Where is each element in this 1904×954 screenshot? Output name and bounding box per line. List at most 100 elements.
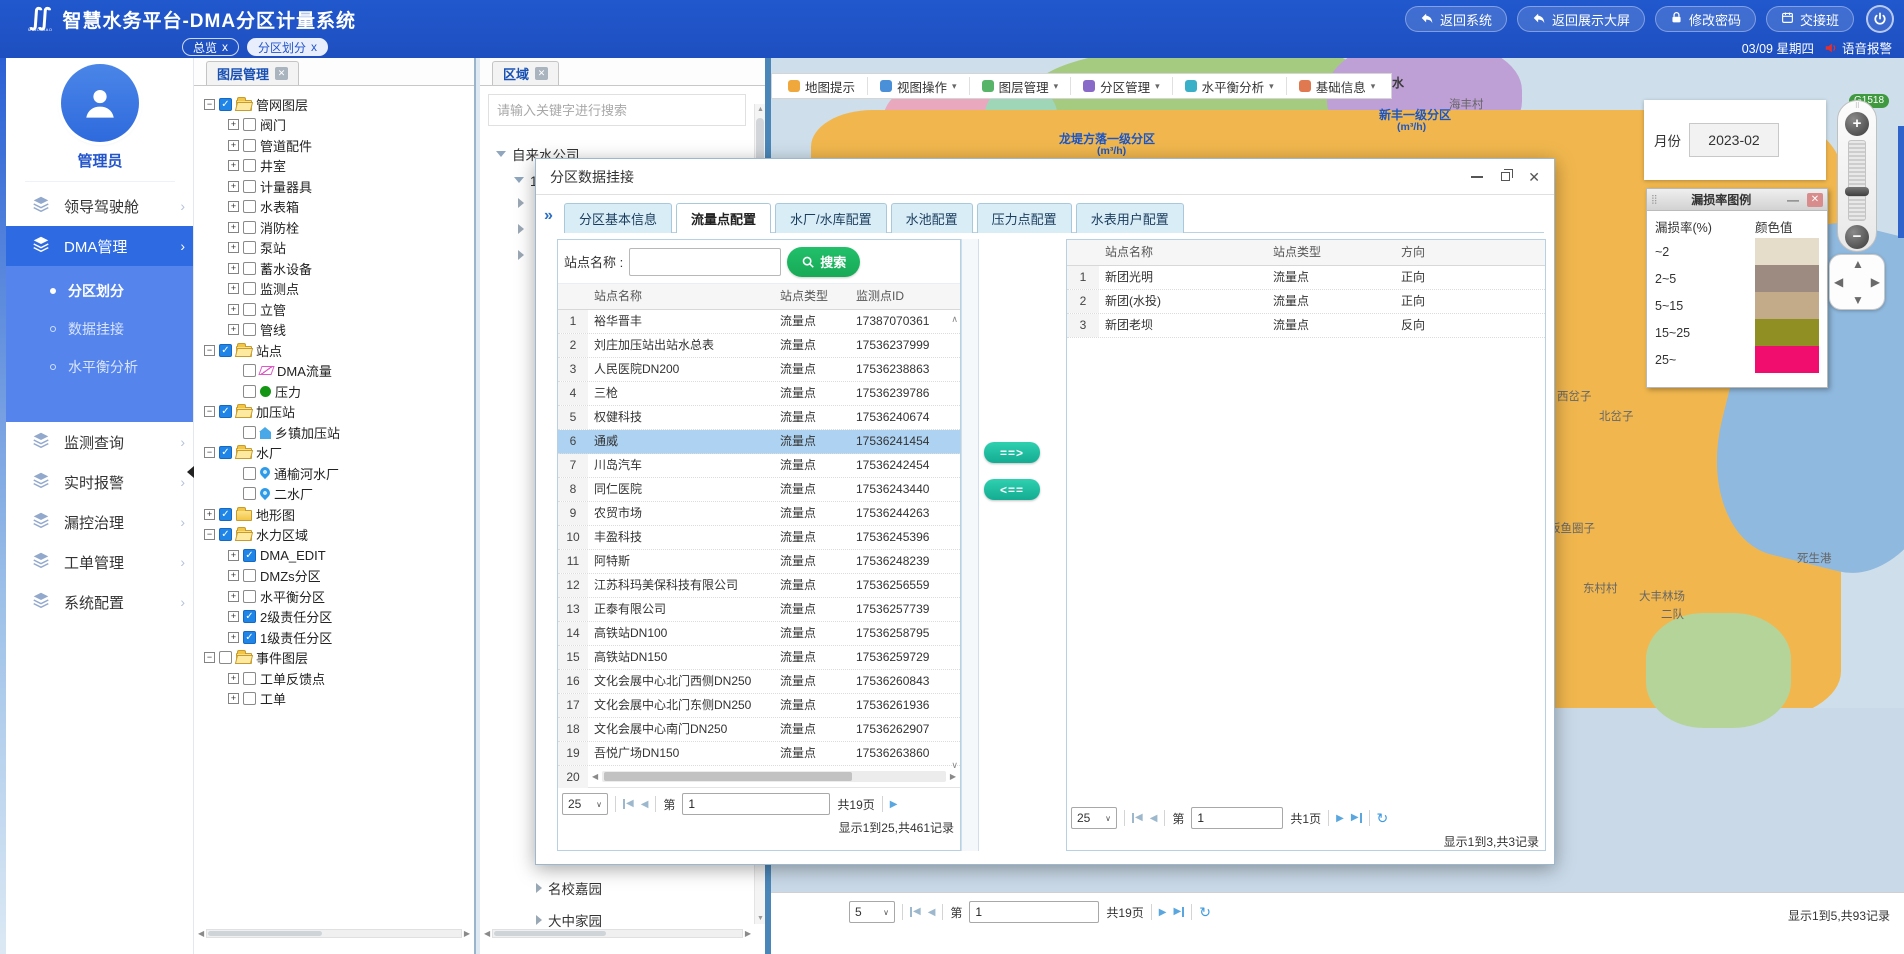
table-row[interactable]: 8同仁医院流量点17536243440 <box>558 478 960 502</box>
close-icon[interactable]: ✕ <box>275 67 288 80</box>
tree-expander-icon[interactable]: − <box>204 652 215 663</box>
tree-checkbox[interactable] <box>243 569 256 582</box>
table-hscrollbar[interactable]: ◀ ▶ <box>588 771 960 782</box>
dialog-tab-压力点配置[interactable]: 压力点配置 <box>977 203 1072 233</box>
month-picker[interactable]: 2023-02 <box>1689 123 1779 157</box>
zoom-out-button[interactable]: − <box>1845 225 1869 249</box>
table-row[interactable]: 11阿特斯流量点17536248239 <box>558 550 960 574</box>
page-number-input[interactable] <box>1191 807 1283 829</box>
tree-expander-icon[interactable]: + <box>228 591 239 602</box>
close-icon[interactable]: ✕ <box>535 67 548 80</box>
header-button-返回系统[interactable]: 返回系统 <box>1405 6 1507 32</box>
collapse-panel-icon[interactable]: » <box>544 207 553 225</box>
tree-expander-icon[interactable]: + <box>228 673 239 684</box>
map-menu-地图提示[interactable]: 地图提示 <box>776 77 868 95</box>
refresh-icon[interactable]: ↻ <box>1377 810 1389 827</box>
dialog-tab-水表用户配置[interactable]: 水表用户配置 <box>1076 203 1184 233</box>
tree-checkbox[interactable] <box>243 200 256 213</box>
tree-checkbox[interactable] <box>243 241 256 254</box>
tree-checkbox[interactable] <box>243 282 256 295</box>
minimize-icon[interactable] <box>1471 176 1483 178</box>
layer-hscrollbar[interactable]: ◀ ▶ <box>198 927 470 940</box>
table-row[interactable]: 18文化会展中心南门DN250流量点17536262907 <box>558 718 960 742</box>
layer-tree-node-管道配件[interactable]: +管道配件 <box>200 135 470 156</box>
layer-tree-node-阀门[interactable]: +阀门 <box>200 115 470 136</box>
tree-checkbox[interactable] <box>243 549 256 562</box>
tree-checkbox[interactable] <box>219 528 232 541</box>
tree-expander-icon[interactable]: − <box>204 99 215 110</box>
station-name-input[interactable] <box>629 248 781 276</box>
tree-checkbox[interactable] <box>243 426 256 439</box>
tree-expander-icon[interactable]: − <box>204 529 215 540</box>
tree-checkbox[interactable] <box>243 180 256 193</box>
prev-page-icon[interactable]: ◀ <box>928 907 936 918</box>
tree-expander-icon[interactable]: − <box>204 345 215 356</box>
page-size-select[interactable]: 25∨ <box>562 793 608 815</box>
dialog-tab-水池配置[interactable]: 水池配置 <box>891 203 973 233</box>
header-button-返回展示大屏[interactable]: 返回展示大屏 <box>1517 6 1645 32</box>
tree-checkbox[interactable] <box>243 159 256 172</box>
scroll-up-icon[interactable]: ∧ <box>951 314 958 325</box>
table-row[interactable]: 12江苏科玛美保科技有限公司流量点17536256559 <box>558 574 960 598</box>
header-button-交接班[interactable]: 交接班 <box>1766 6 1854 32</box>
layer-tree-node-水表箱[interactable]: +水表箱 <box>200 197 470 218</box>
table-row[interactable]: 13正泰有限公司流量点17536257739 <box>558 598 960 622</box>
tree-node-名校嘉园[interactable]: 名校嘉园 <box>536 878 602 898</box>
table-row[interactable]: 5权健科技流量点17536240674 <box>558 406 960 430</box>
layer-tree-node-DMZs分区[interactable]: +DMZs分区 <box>200 566 470 587</box>
sidebar-subitem-水平衡分析[interactable]: 水平衡分析 <box>6 348 193 386</box>
close-icon[interactable]: ✕ <box>1807 193 1823 207</box>
sidebar-collapse-handle[interactable] <box>187 466 194 478</box>
tree-expander-icon[interactable]: + <box>228 550 239 561</box>
layer-tree-node-管线[interactable]: +管线 <box>200 320 470 341</box>
layer-tree-node-地形图[interactable]: +地形图 <box>200 504 470 525</box>
sidebar-item-实时报警[interactable]: 实时报警› <box>6 462 193 502</box>
layer-tree-node-立管[interactable]: +立管 <box>200 299 470 320</box>
tree-expander-icon[interactable]: + <box>228 611 239 622</box>
tree-checkbox[interactable] <box>243 610 256 623</box>
table-row[interactable]: 6通威流量点17536241454 <box>558 430 960 454</box>
page-size-select[interactable]: 25∨ <box>1071 807 1117 829</box>
table-row[interactable]: 4三枪流量点17536239786 <box>558 382 960 406</box>
dialog-splitter[interactable] <box>961 239 979 851</box>
layer-tree-node-加压站[interactable]: −加压站 <box>200 402 470 423</box>
map-menu-视图操作[interactable]: 视图操作▾ <box>868 77 970 95</box>
map-menu-图层管理[interactable]: 图层管理▾ <box>970 77 1072 95</box>
tree-expander-icon[interactable]: + <box>228 283 239 294</box>
table-row[interactable]: 7川岛汽车流量点17536242454 <box>558 454 960 478</box>
scroll-down-icon[interactable]: ∨ <box>951 760 958 771</box>
layer-tree-node-压力[interactable]: 压力 <box>200 381 470 402</box>
scroll-right-icon[interactable]: ▶ <box>745 929 751 938</box>
move-right-button[interactable]: ==> <box>984 442 1040 463</box>
scroll-right-icon[interactable]: ▶ <box>950 772 956 781</box>
refresh-icon[interactable]: ↻ <box>1199 904 1211 921</box>
tree-expander-icon[interactable]: + <box>228 181 239 192</box>
chevron-down-icon[interactable] <box>496 151 506 157</box>
sidebar-subitem-数据挂接[interactable]: 数据挂接 <box>6 310 193 348</box>
dialog-tab-分区基本信息[interactable]: 分区基本信息 <box>564 203 672 233</box>
page-number-input[interactable] <box>682 793 830 815</box>
layer-tree-node-1级责任分区[interactable]: +1级责任分区 <box>200 627 470 648</box>
layer-tree-node-蓄水设备[interactable]: +蓄水设备 <box>200 258 470 279</box>
tree-expander-icon[interactable]: + <box>228 570 239 581</box>
tree-checkbox[interactable] <box>243 467 256 480</box>
map-menu-分区管理[interactable]: 分区管理▾ <box>1071 77 1173 95</box>
layer-tree-node-泵站[interactable]: +泵站 <box>200 238 470 259</box>
region-hscrollbar[interactable]: ◀ ▶ <box>484 927 751 940</box>
tree-expander-icon[interactable]: + <box>228 119 239 130</box>
layer-tree-node-工单[interactable]: +工单 <box>200 689 470 710</box>
tree-checkbox[interactable] <box>243 692 256 705</box>
tree-checkbox[interactable] <box>243 221 256 234</box>
table-row[interactable]: 3新团老坝流量点反向 <box>1067 314 1545 338</box>
drag-handle-icon[interactable]: ⠿ <box>1855 104 1859 110</box>
tree-expander-icon[interactable]: − <box>204 406 215 417</box>
table-row[interactable]: 2新团(水投)流量点正向 <box>1067 290 1545 314</box>
tree-checkbox[interactable] <box>243 323 256 336</box>
chevron-down-icon[interactable] <box>514 177 524 183</box>
header-button-修改密码[interactable]: 修改密码 <box>1655 6 1756 32</box>
layer-tree-node-工单反馈点[interactable]: +工单反馈点 <box>200 668 470 689</box>
layer-tree-node-乡镇加压站[interactable]: 乡镇加压站 <box>200 422 470 443</box>
next-page-icon[interactable]: ▶ <box>1336 813 1344 824</box>
power-button[interactable] <box>1866 5 1894 33</box>
table-row[interactable]: 17文化会展中心北门东侧DN250流量点17536261936 <box>558 694 960 718</box>
